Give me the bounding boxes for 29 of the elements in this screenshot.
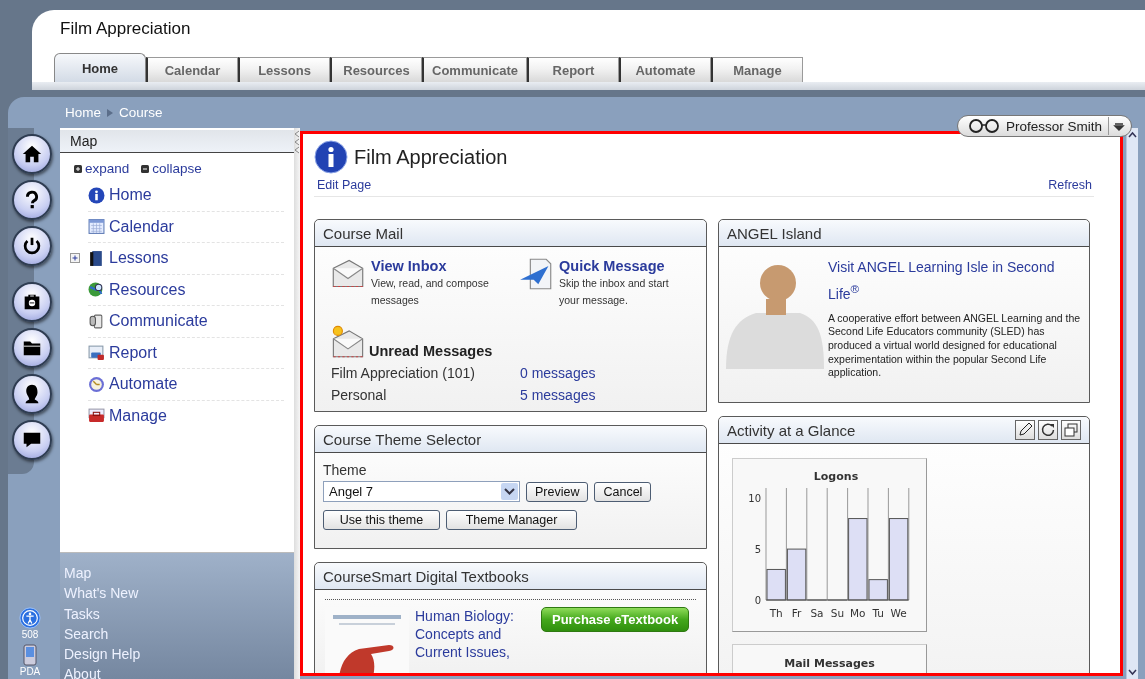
y-tick-label: 10 (748, 493, 761, 505)
y-tick-label: 5 (754, 544, 761, 556)
mailbox-name: Personal (331, 387, 388, 403)
panel-title: Activity at a Glance (727, 421, 857, 439)
x-tick-label: Fr (791, 607, 802, 620)
x-tick-label: We (890, 607, 907, 620)
mailbox-name: Film Appreciation (101) (331, 365, 476, 381)
panel-title: CourseSmart Digital Textbooks (323, 567, 530, 585)
island-description: A cooperative effort between ANGEL Learning and the Second Life Educators community (SLED) has produced a virtual world designed for educational experimentation within the popular Second Life application. (828, 311, 1081, 381)
page-title: Film Appreciation (354, 145, 508, 169)
link-description: View, read, and compose messages (371, 276, 490, 308)
panel-title: Course Theme Selector (323, 430, 483, 448)
panel-title: ANGEL Island (727, 224, 823, 242)
x-tick-label: Mo (850, 607, 866, 620)
course-title: Film Appreciation (60, 19, 191, 40)
chart-title: Logons (813, 470, 859, 484)
link-description: Skip the inbox and start your message. (559, 276, 670, 308)
user-name: Professor Smith (1005, 118, 1102, 134)
map-header: Map (60, 130, 294, 153)
chart-title: Mail Messages (783, 656, 876, 671)
y-tick-label: 0 (754, 595, 761, 607)
theme-label: Theme (323, 462, 367, 478)
x-tick-label: Tu (872, 607, 884, 620)
panel-title: Course Mail (323, 224, 405, 242)
x-tick-label: Su (830, 607, 845, 620)
breadcrumb-current: Course (119, 105, 163, 120)
unread-messages-heading: Unread Messages (369, 343, 493, 359)
x-tick-label: Th (769, 607, 783, 620)
x-tick-label: Sa (810, 607, 824, 620)
